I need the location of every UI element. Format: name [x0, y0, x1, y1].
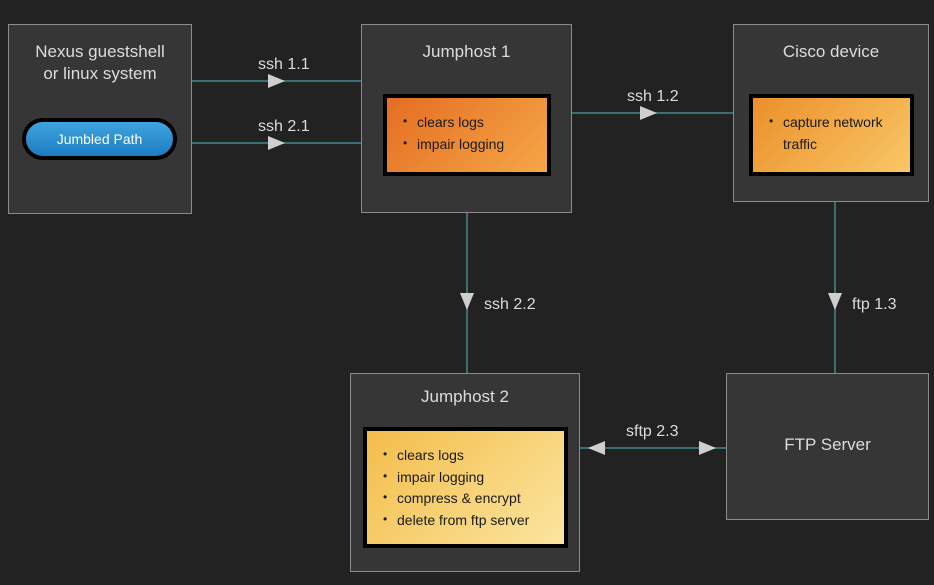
jumphost1-action-1: clears logs — [399, 112, 537, 134]
edge-label-ssh-2-1: ssh 2.1 — [258, 118, 310, 136]
node-ftp: FTP Server — [726, 373, 929, 520]
edge-label-sftp-2-3: sftp 2.3 — [626, 423, 678, 441]
jumphost2-action-4: delete from ftp server — [379, 510, 554, 532]
node-jumphost1-title: Jumphost 1 — [362, 25, 571, 75]
jumphost2-action-3: compress & encrypt — [379, 488, 554, 510]
jumphost2-action-1: clears logs — [379, 445, 554, 467]
arrow-ssh-1-2 — [640, 106, 657, 120]
cisco-action-1: capture network traffic — [765, 112, 900, 155]
node-nexus-title-line1: Nexus guestshell — [35, 42, 164, 61]
actionbox-cisco: capture network traffic — [749, 94, 914, 176]
node-nexus-title: Nexus guestshell or linux system — [9, 25, 191, 97]
actionbox-jumphost1: clears logs impair logging — [383, 94, 551, 176]
arrow-ssh-1-1 — [268, 74, 285, 88]
node-ftp-title: FTP Server — [727, 374, 928, 468]
diagram-canvas: ssh 1.1 ssh 2.1 ssh 1.2 ssh 2.2 ftp 1.3 … — [0, 0, 934, 585]
node-cisco-title: Cisco device — [734, 25, 928, 75]
edge-label-ftp-1-3: ftp 1.3 — [852, 296, 896, 314]
jumphost2-action-2: impair logging — [379, 467, 554, 489]
arrow-sftp-2-3-right — [699, 441, 716, 455]
arrow-ssh-2-2 — [460, 293, 474, 310]
actionbox-jumphost2: clears logs impair logging compress & en… — [363, 427, 568, 548]
arrow-ssh-2-1 — [268, 136, 285, 150]
edge-label-ssh-1-2: ssh 1.2 — [627, 88, 679, 106]
node-jumphost2-title: Jumphost 2 — [351, 374, 579, 420]
edge-label-ssh-2-2: ssh 2.2 — [484, 296, 536, 314]
arrow-sftp-2-3-left — [588, 441, 605, 455]
edge-label-ssh-1-1: ssh 1.1 — [258, 56, 310, 74]
arrow-ftp-1-3 — [828, 293, 842, 310]
jumphost1-action-2: impair logging — [399, 134, 537, 156]
pill-jumbled-path: Jumbled Path — [22, 118, 177, 160]
node-nexus-title-line2: or linux system — [43, 64, 156, 83]
